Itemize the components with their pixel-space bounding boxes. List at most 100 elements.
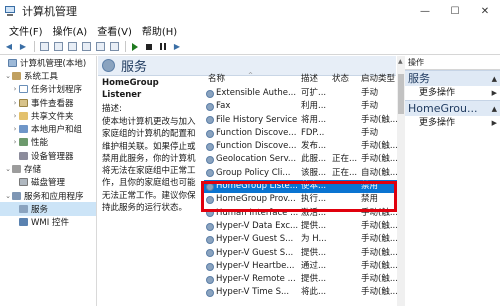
scrollbar-thumb[interactable] xyxy=(398,74,404,114)
service-name: Geolocation Serv... xyxy=(216,154,297,165)
service-description-cell: 该服... xyxy=(301,167,327,178)
tree-item-computer-management[interactable]: 计算机管理(本地) xyxy=(0,56,96,69)
tree-item-services-apps[interactable]: ⌄ 服务和应用程序 xyxy=(0,189,96,202)
service-gear-icon xyxy=(206,275,214,284)
tree-item-device-manager[interactable]: 设备管理器 xyxy=(0,149,96,162)
tree-item-local-users[interactable]: › 本地用户和组 xyxy=(0,122,96,135)
service-name-cell: Hyper-V Guest S... xyxy=(206,247,298,260)
tree-expand-arrow[interactable]: › xyxy=(11,99,19,107)
menu-file[interactable]: 文件(F) xyxy=(4,23,48,38)
tree-expand-arrow[interactable]: ⌄ xyxy=(4,72,12,80)
tree-expand-arrow[interactable]: ⌄ xyxy=(4,165,12,173)
scroll-up-icon[interactable]: ▲ xyxy=(398,58,403,65)
tree-item-wmi[interactable]: WMI 控件 xyxy=(0,216,96,229)
performance-icon xyxy=(19,138,28,147)
tree-expand-arrow[interactable]: ⌄ xyxy=(4,192,12,200)
service-name-cell: Hyper-V Guest S... xyxy=(206,233,298,246)
maximize-button[interactable]: ☐ xyxy=(440,0,470,22)
minimize-button[interactable]: — xyxy=(410,0,440,22)
description-label: 描述: xyxy=(102,104,122,114)
service-row[interactable]: Group Policy Cli... 该服... 正在... 自动(触... xyxy=(204,167,404,180)
tree-item-label: 服务 xyxy=(31,204,49,215)
service-description-cell: 将此... xyxy=(301,287,327,298)
menu-view[interactable]: 查看(V) xyxy=(92,23,137,38)
column-header-name[interactable]: 名称 xyxy=(208,72,225,86)
service-name-cell: Extensible Authe... xyxy=(206,87,298,100)
actions-group-services[interactable]: 服务 ▲ xyxy=(405,70,500,86)
tree-expand-arrow[interactable]: › xyxy=(11,112,19,120)
service-description-panel: HomeGroup Listener 描述: 使本地计算机更改与加入家庭组的计算… xyxy=(98,77,203,306)
column-header-startup-type[interactable]: 启动类型 xyxy=(361,72,395,86)
service-gear-icon xyxy=(206,169,214,178)
tree-item-system-tools[interactable]: ⌄ 系统工具 xyxy=(0,69,96,82)
services-apps-icon xyxy=(12,191,21,200)
tree-item-label: 共享文件夹 xyxy=(31,111,74,122)
service-row[interactable]: Hyper-V Data Exc... 提供... 手动(触... xyxy=(204,220,404,233)
tree-item-storage[interactable]: ⌄ 存储 xyxy=(0,162,96,175)
service-row[interactable]: Hyper-V Time S... 将此... 手动(触... xyxy=(204,286,404,299)
service-description-cell: 提供... xyxy=(301,247,327,258)
tree-item-performance[interactable]: › 性能 xyxy=(0,136,96,149)
refresh-icon[interactable] xyxy=(66,41,78,53)
back-arrow-icon[interactable]: ◀ xyxy=(3,41,15,53)
properties-icon[interactable] xyxy=(108,41,120,53)
menu-bar: 文件(F) 操作(A) 查看(V) 帮助(H) xyxy=(0,22,500,39)
export-icon[interactable] xyxy=(80,41,92,53)
share-icon xyxy=(19,111,28,120)
forward-arrow-icon[interactable]: ▶ xyxy=(17,41,29,53)
service-row[interactable]: Hyper-V Guest S... 为 H... 手动(触... xyxy=(204,233,404,246)
tree-item-shared-folders[interactable]: › 共享文件夹 xyxy=(0,109,96,122)
menu-help[interactable]: 帮助(H) xyxy=(137,23,182,38)
service-row[interactable]: Function Discove... 发布... 手动(触... xyxy=(204,140,404,153)
service-gear-icon xyxy=(206,116,214,125)
show-tree-icon[interactable] xyxy=(52,41,64,53)
more-actions-homegroup[interactable]: 更多操作 ▶ xyxy=(405,116,500,130)
tree-item-services[interactable]: 服务 xyxy=(0,202,96,216)
tree-item-event-viewer[interactable]: › 事件查看器 xyxy=(0,96,96,109)
folder-up-icon[interactable] xyxy=(38,41,50,53)
service-row[interactable]: Extensible Authe... 可扩... 手动 xyxy=(204,87,404,100)
tree-item-disk-management[interactable]: 磁盘管理 xyxy=(0,176,96,189)
clock-icon xyxy=(19,85,28,94)
storage-icon xyxy=(12,165,21,174)
restart-service-icon[interactable]: ▶ xyxy=(171,41,183,53)
close-button[interactable]: ✕ xyxy=(470,0,500,22)
start-service-icon[interactable] xyxy=(129,41,141,53)
service-name-cell: Geolocation Serv... xyxy=(206,153,298,166)
tree-expand-arrow[interactable]: › xyxy=(11,85,19,93)
stop-service-icon[interactable] xyxy=(143,41,155,53)
service-row[interactable]: File History Service 将用... 手动(触... xyxy=(204,114,404,127)
collapse-up-icon[interactable]: ▲ xyxy=(492,101,497,117)
service-gear-icon xyxy=(206,129,214,138)
collapse-up-icon[interactable]: ▲ xyxy=(492,71,497,87)
tree-item-label: 事件查看器 xyxy=(31,98,74,109)
service-row[interactable]: Hyper-V Remote ... 提供... 手动(触... xyxy=(204,273,404,286)
service-row[interactable]: Hyper-V Heartbe... 通过... 手动(触... xyxy=(204,260,404,273)
column-header-status[interactable]: 状态 xyxy=(332,72,349,86)
vertical-scrollbar[interactable]: ▲ xyxy=(397,56,405,306)
tree-item-label: 系统工具 xyxy=(24,71,59,82)
pause-service-icon[interactable] xyxy=(157,41,169,53)
service-row[interactable]: Fax 利用... 手动 xyxy=(204,100,404,113)
help-icon[interactable] xyxy=(94,41,106,53)
more-actions-services[interactable]: 更多操作 ▶ xyxy=(405,86,500,100)
tree-expand-arrow[interactable]: › xyxy=(11,125,19,133)
computer-management-icon xyxy=(4,5,16,17)
actions-group-homegroup[interactable]: HomeGrou... ▲ xyxy=(405,100,500,116)
tree-item-label: 设备管理器 xyxy=(31,151,74,162)
toolbar-divider xyxy=(34,41,35,52)
service-row[interactable]: Function Discove... FDP... 手动 xyxy=(204,127,404,140)
toolbar: ◀ ▶ ▶ xyxy=(0,39,500,55)
menu-action[interactable]: 操作(A) xyxy=(48,23,93,38)
tree-item-task-scheduler[interactable]: › 任务计划程序 xyxy=(0,83,96,96)
service-gear-icon xyxy=(206,249,214,258)
column-header-description[interactable]: 描述 xyxy=(301,72,318,86)
service-name: Fax xyxy=(216,101,231,112)
tree-expand-arrow[interactable]: › xyxy=(11,138,19,146)
service-row[interactable]: Hyper-V Guest S... 提供... 手动(触... xyxy=(204,247,404,260)
service-row[interactable]: Geolocation Serv... 此服... 正在... 手动(触... xyxy=(204,153,404,166)
service-name: Hyper-V Remote ... xyxy=(216,274,296,285)
tree-item-label: 任务计划程序 xyxy=(31,85,83,96)
actions-title: 操作 xyxy=(405,56,500,70)
service-name: Hyper-V Time S... xyxy=(216,287,290,298)
